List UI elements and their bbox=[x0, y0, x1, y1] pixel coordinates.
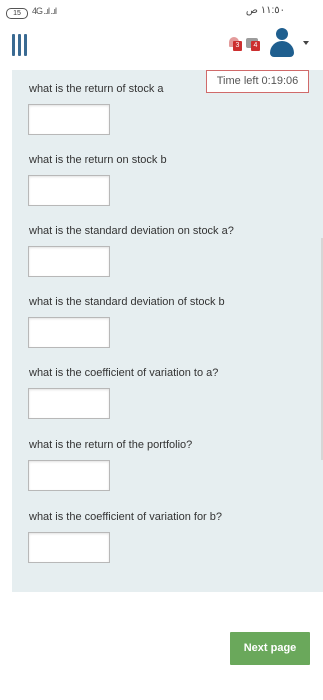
question-2-label: what is the return on stock b bbox=[29, 154, 167, 166]
status-time: ١١:٥٠ ص bbox=[245, 5, 285, 16]
question-3-label: what is the standard deviation on stock … bbox=[29, 225, 234, 237]
question-3-answer-input[interactable] bbox=[28, 246, 110, 277]
message-count-badge: 4 bbox=[251, 41, 260, 51]
battery-icon: 15 bbox=[6, 8, 28, 19]
status-bar: 15 4G ..ıl ..ıl ١١:٥٠ ص bbox=[0, 0, 323, 22]
next-page-button[interactable]: Next page bbox=[230, 632, 310, 665]
chevron-down-icon[interactable] bbox=[303, 41, 309, 45]
question-5-answer-input[interactable] bbox=[28, 388, 110, 419]
question-7-answer-input[interactable] bbox=[28, 532, 110, 563]
question-2-answer-input[interactable] bbox=[28, 175, 110, 206]
user-avatar-icon[interactable] bbox=[268, 28, 294, 58]
question-5-label: what is the coefficient of variation to … bbox=[29, 367, 219, 379]
question-7-label: what is the coefficient of variation for… bbox=[29, 511, 223, 523]
question-1-label: what is the return of stock a bbox=[29, 83, 164, 95]
notification-count-badge: 3 bbox=[233, 41, 242, 51]
signal-icon: 4G ..ıl ..ıl bbox=[32, 6, 57, 16]
question-6-label: what is the return of the portfolio? bbox=[29, 439, 193, 451]
hamburger-menu-icon[interactable] bbox=[12, 34, 28, 56]
question-4-label: what is the standard deviation of stock … bbox=[29, 296, 225, 308]
top-navbar: 3 4 bbox=[0, 22, 323, 70]
question-6-answer-input[interactable] bbox=[28, 460, 110, 491]
question-1-answer-input[interactable] bbox=[28, 104, 110, 135]
time-left-timer: Time left 0:19:06 bbox=[206, 70, 309, 93]
question-4-answer-input[interactable] bbox=[28, 317, 110, 348]
